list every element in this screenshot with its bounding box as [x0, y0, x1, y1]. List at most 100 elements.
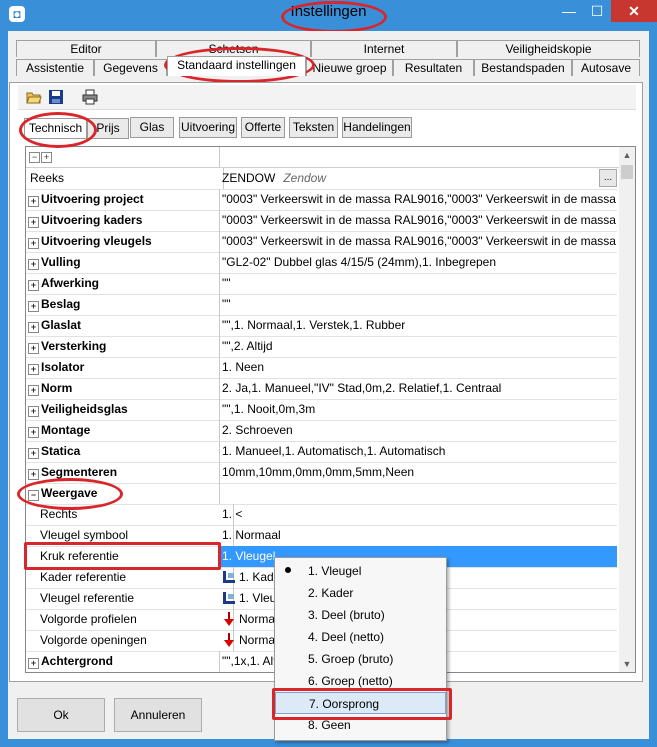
dropdown-option[interactable]: 2. Kader	[275, 582, 446, 604]
property-name[interactable]: + Veiligheidsglas	[26, 399, 220, 420]
expand-icon[interactable]: +	[28, 217, 39, 228]
expand-icon[interactable]: +	[28, 196, 39, 207]
property-value[interactable]: "",1. Nooit,0m,3m	[220, 399, 617, 420]
table-row[interactable]: + Statica 1. Manueel,1. Automatisch,1. Aut…	[26, 441, 617, 463]
maximize-icon[interactable]: ☐	[583, 0, 611, 22]
property-name[interactable]: Rechts	[26, 504, 234, 525]
expand-icon[interactable]: +	[28, 364, 39, 375]
property-name[interactable]: Volgorde profielen	[26, 609, 234, 630]
browse-button[interactable]: ...	[599, 169, 617, 187]
property-name[interactable]: + Afwerking	[26, 273, 220, 294]
table-row[interactable]: + Glaslat "",1. Normaal,1. Verstek,1. Rubb…	[26, 315, 617, 337]
expand-icon[interactable]: +	[28, 322, 39, 333]
table-row[interactable]: + Uitvoering vleugels "0003" Verkeerswit i…	[26, 231, 617, 253]
scroll-up-icon[interactable]: ▲	[619, 147, 635, 163]
property-value[interactable]: 2. Schroeven	[220, 420, 617, 441]
property-value[interactable]: 1. <	[220, 504, 617, 525]
expand-icon[interactable]: +	[28, 448, 39, 459]
expand-icon[interactable]: +	[28, 238, 39, 249]
property-name[interactable]: + Uitvoering kaders	[26, 210, 220, 231]
expand-icon[interactable]: +	[28, 469, 39, 480]
property-value[interactable]: "GL2-02" Dubbel glas 4/15/5 (24mm),1. In…	[220, 252, 617, 273]
tab-nieuwe-groep[interactable]: Nieuwe groep	[306, 59, 393, 76]
expand-icon[interactable]: +	[28, 301, 39, 312]
table-row[interactable]: + Montage 2. Schroeven	[26, 420, 617, 442]
dropdown-option[interactable]: 7. Oorsprong	[275, 692, 446, 714]
dropdown-option[interactable]: 3. Deel (bruto)	[275, 604, 446, 626]
table-row[interactable]: + Uitvoering kaders "0003" Verkeerswit in …	[26, 210, 617, 232]
property-name[interactable]: + Vulling	[26, 252, 220, 273]
table-row[interactable]: + Norm 2. Ja,1. Manueel,"IV" Stad,0m,2. Re…	[26, 378, 617, 400]
cancel-button[interactable]: Annuleren	[114, 698, 202, 732]
tab-internet[interactable]: Internet	[311, 40, 457, 57]
property-value[interactable]: "0003" Verkeerswit in de massa RAL9016,"…	[220, 210, 617, 231]
expand-icon[interactable]: +	[28, 406, 39, 417]
tab-bestandspaden[interactable]: Bestandspaden	[474, 59, 572, 76]
subtab-handelingen[interactable]: Handelingen	[342, 117, 412, 138]
property-name[interactable]: + Uitvoering project	[26, 189, 220, 210]
subtab-prijs[interactable]: Prijs	[87, 118, 129, 139]
subtab-glas[interactable]: Glas	[130, 117, 174, 138]
tab-resultaten[interactable]: Resultaten	[393, 59, 474, 76]
property-value[interactable]: ""	[220, 273, 617, 294]
tab-standaard-instellingen[interactable]: Standaard instellingen	[167, 56, 306, 76]
dropdown-option[interactable]: 1. Vleugel	[275, 560, 446, 582]
tab-veiligheidskopie[interactable]: Veiligheidskopie	[457, 40, 640, 57]
tab-assistentie[interactable]: Assistentie	[16, 59, 94, 76]
ok-button[interactable]: Ok	[17, 698, 105, 732]
tab-editor[interactable]: Editor	[16, 40, 156, 57]
property-name[interactable]: + Statica	[26, 441, 220, 462]
property-name[interactable]: + Segmenteren	[26, 462, 220, 483]
property-name[interactable]: Vleugel symbool	[26, 525, 234, 546]
collapse-all-icon[interactable]: −	[29, 152, 40, 163]
expand-icon[interactable]: +	[28, 658, 39, 669]
table-row[interactable]: + Afwerking ""	[26, 273, 617, 295]
save-icon[interactable]	[48, 89, 64, 105]
property-value[interactable]: 1. Normaal	[220, 525, 617, 546]
table-row[interactable]: + Vulling "GL2-02" Dubbel glas 4/15/5 (24m…	[26, 252, 617, 274]
scroll-thumb[interactable]	[621, 165, 633, 179]
close-icon[interactable]: ✕	[611, 0, 657, 22]
expand-icon[interactable]: +	[28, 259, 39, 270]
property-name[interactable]: + Isolator	[26, 357, 220, 378]
table-row[interactable]: Vleugel symbool 1. Normaal	[26, 525, 617, 547]
expand-icon[interactable]: +	[28, 385, 39, 396]
property-name[interactable]: Kruk referentie	[26, 546, 234, 567]
property-value[interactable]: 1. Manueel,1. Automatisch,1. Automatisch	[220, 441, 617, 462]
property-name[interactable]: + Montage	[26, 420, 220, 441]
property-name[interactable]: Vleugel referentie	[26, 588, 234, 609]
expand-all-icon[interactable]: +	[41, 152, 52, 163]
table-row[interactable]: + Isolator 1. Neen	[26, 357, 617, 379]
subtab-teksten[interactable]: Teksten	[289, 117, 338, 138]
dropdown-option[interactable]: 8. Geen	[275, 714, 446, 736]
table-row[interactable]: + Versterking "",2. Altijd	[26, 336, 617, 358]
table-row[interactable]: Rechts 1. <	[26, 504, 617, 526]
property-name[interactable]: + Glaslat	[26, 315, 220, 336]
tab-schetsen[interactable]: Schetsen	[156, 40, 311, 57]
property-value[interactable]: 10mm,10mm,0mm,0mm,5mm,Neen	[220, 462, 617, 483]
property-name[interactable]: + Achtergrond	[26, 651, 220, 672]
tab-autosave[interactable]: Autosave	[572, 59, 640, 76]
property-name[interactable]: Kader referentie	[26, 567, 234, 588]
dropdown-option[interactable]: 6. Groep (netto)	[275, 670, 446, 692]
expand-icon[interactable]: +	[28, 280, 39, 291]
scroll-down-icon[interactable]: ▼	[619, 656, 635, 672]
property-name[interactable]: + Versterking	[26, 336, 220, 357]
expand-icon[interactable]: +	[28, 343, 39, 354]
tab-gegevens[interactable]: Gegevens	[94, 59, 167, 76]
expand-icon[interactable]: +	[28, 427, 39, 438]
subtab-offerte[interactable]: Offerte	[241, 117, 285, 138]
property-value[interactable]: "",2. Altijd	[220, 336, 617, 357]
table-row[interactable]: + Beslag ""	[26, 294, 617, 316]
property-value[interactable]: ""	[220, 294, 617, 315]
open-folder-icon[interactable]	[26, 89, 42, 105]
vertical-scrollbar[interactable]: ▲ ▼	[619, 147, 635, 672]
dropdown-option[interactable]: 4. Deel (netto)	[275, 626, 446, 648]
property-value[interactable]: "0003" Verkeerswit in de massa RAL9016,"…	[220, 231, 617, 252]
property-value[interactable]: "",1. Normaal,1. Verstek,1. Rubber	[220, 315, 617, 336]
property-name[interactable]: + Beslag	[26, 294, 220, 315]
property-value[interactable]: "0003" Verkeerswit in de massa RAL9016,"…	[220, 189, 617, 210]
property-name[interactable]: − Weergave	[26, 483, 220, 504]
subtab-technisch[interactable]: Technisch	[24, 118, 87, 139]
property-name[interactable]: Volgorde openingen	[26, 630, 234, 651]
